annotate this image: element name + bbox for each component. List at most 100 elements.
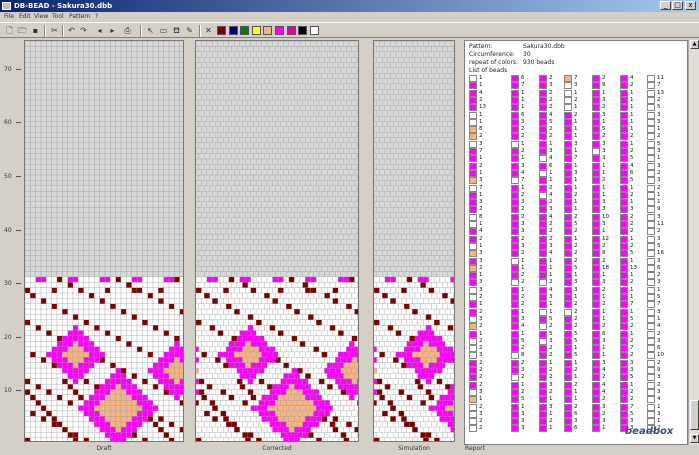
bead-swatch [564, 323, 572, 331]
vertical-scrollbar[interactable]: ▲ ▼ [688, 40, 699, 445]
bead-count: 3 [657, 235, 661, 242]
bead-count: 16 [657, 250, 664, 257]
palette-swatch-2[interactable] [240, 26, 250, 35]
draft-grid[interactable] [24, 40, 184, 442]
bead-count: 7 [521, 177, 525, 184]
bead-count: 1 [657, 403, 661, 410]
bead-count: 1 [574, 104, 578, 111]
cut-icon[interactable]: ✂ [49, 25, 60, 36]
draft-label: Draft [96, 445, 112, 452]
menu-view[interactable]: View [34, 12, 48, 22]
bead-swatch [620, 396, 628, 404]
palette-swatch-6[interactable] [286, 26, 296, 35]
bead-swatch [592, 148, 600, 155]
bead-swatch [592, 250, 600, 258]
bead-swatch [511, 367, 519, 374]
palette-swatch-7[interactable] [298, 26, 308, 35]
bead-count: 1 [574, 206, 578, 213]
palette-swatch-5[interactable] [275, 26, 284, 35]
bead-count: 2 [521, 206, 525, 213]
minimize-button[interactable]: _ [660, 1, 671, 10]
bead-count: 1 [479, 242, 483, 249]
menu-pattern[interactable]: Pattern [69, 12, 91, 22]
bead-count: 4 [602, 367, 606, 373]
bead-count: 2 [630, 228, 634, 235]
bead-count: 7 [574, 75, 578, 81]
palette-swatch-1[interactable] [228, 26, 238, 35]
bead-swatch [592, 388, 600, 396]
print-preview-icon[interactable]: ⎙ [122, 25, 133, 36]
bead-swatch [539, 381, 547, 389]
bead-count: 2 [521, 191, 525, 198]
bead-count: 1 [574, 177, 578, 184]
bead-swatch [620, 111, 628, 119]
palette-swatch-4[interactable] [263, 26, 273, 35]
bead-swatch [469, 396, 477, 404]
bead-count: 3 [657, 279, 661, 286]
bead-swatch [620, 374, 628, 382]
bead-count: 7 [630, 301, 634, 308]
arrow-right-icon[interactable]: ▸ [107, 25, 118, 36]
scroll-down-icon[interactable]: ▼ [690, 434, 699, 443]
bead-count: 2 [479, 294, 483, 300]
bead-swatch [564, 264, 572, 272]
bead-count: 2 [657, 330, 661, 337]
open-folder-icon[interactable]: 🗁 [17, 25, 28, 36]
palette-swatch-0[interactable] [217, 26, 226, 35]
bead-swatch [620, 418, 628, 426]
bead-count: 1 [479, 396, 483, 403]
bead-count: 1 [657, 315, 661, 322]
bead-count: 1 [602, 162, 606, 169]
bead-swatch [592, 359, 600, 367]
menu-tool[interactable]: Tool [52, 12, 64, 22]
bead-count: 3 [657, 177, 661, 184]
eyedropper-icon[interactable]: ✎ [184, 25, 195, 36]
erase-color-icon[interactable]: ✕ [203, 25, 214, 36]
bead-swatch [592, 330, 600, 338]
bead-swatch [564, 388, 572, 396]
bead-swatch [592, 315, 600, 323]
bead-swatch [539, 337, 547, 345]
bead-swatch [564, 75, 572, 82]
bead-swatch [539, 367, 547, 374]
bead-swatch [511, 374, 519, 382]
bead-count: 2 [574, 381, 578, 388]
bead-swatch [511, 279, 519, 287]
bead-swatch [564, 345, 572, 353]
bead-count: 7 [521, 82, 525, 89]
palette-swatch-3[interactable] [251, 26, 261, 35]
arrow-left-icon[interactable]: ◂ [94, 25, 105, 36]
bead-swatch [592, 155, 600, 163]
bead-swatch [592, 126, 600, 134]
redo-icon[interactable]: ↷ [78, 25, 89, 36]
new-file-icon[interactable]: 🗋 [4, 25, 15, 36]
bead-count: 5 [574, 337, 578, 344]
bead-swatch [592, 75, 600, 82]
bead-swatch [620, 82, 628, 90]
palette-swatch-8[interactable] [309, 26, 319, 35]
bead-count: 1 [521, 96, 525, 103]
corrected-grid[interactable] [195, 40, 359, 442]
bead-swatch [511, 381, 519, 389]
undo-icon[interactable]: ↶ [66, 25, 77, 36]
menu-file[interactable]: File [4, 12, 14, 22]
fill-bucket-icon[interactable]: ⛾ [171, 25, 182, 36]
bead-swatch [469, 221, 477, 228]
maximize-button[interactable]: □ [672, 1, 683, 10]
bead-swatch [539, 323, 547, 331]
menu-help[interactable]: ? [95, 12, 98, 22]
bead-count: 3 [479, 199, 483, 206]
menu-edit[interactable]: Edit [19, 12, 31, 22]
bead-swatch [564, 235, 572, 243]
bead-swatch [469, 367, 477, 374]
save-icon[interactable]: ▪ [30, 25, 41, 36]
select-rectangle-icon[interactable]: ▭ [158, 25, 169, 36]
scroll-up-icon[interactable]: ▲ [690, 40, 699, 49]
bead-count: 2 [574, 403, 578, 410]
close-button[interactable]: x [685, 1, 696, 10]
pointer-icon[interactable]: ↖ [145, 25, 156, 36]
bead-swatch [511, 418, 519, 426]
scroll-thumb[interactable] [690, 400, 699, 430]
simulation-grid[interactable] [373, 40, 455, 442]
bead-swatch [511, 323, 519, 331]
